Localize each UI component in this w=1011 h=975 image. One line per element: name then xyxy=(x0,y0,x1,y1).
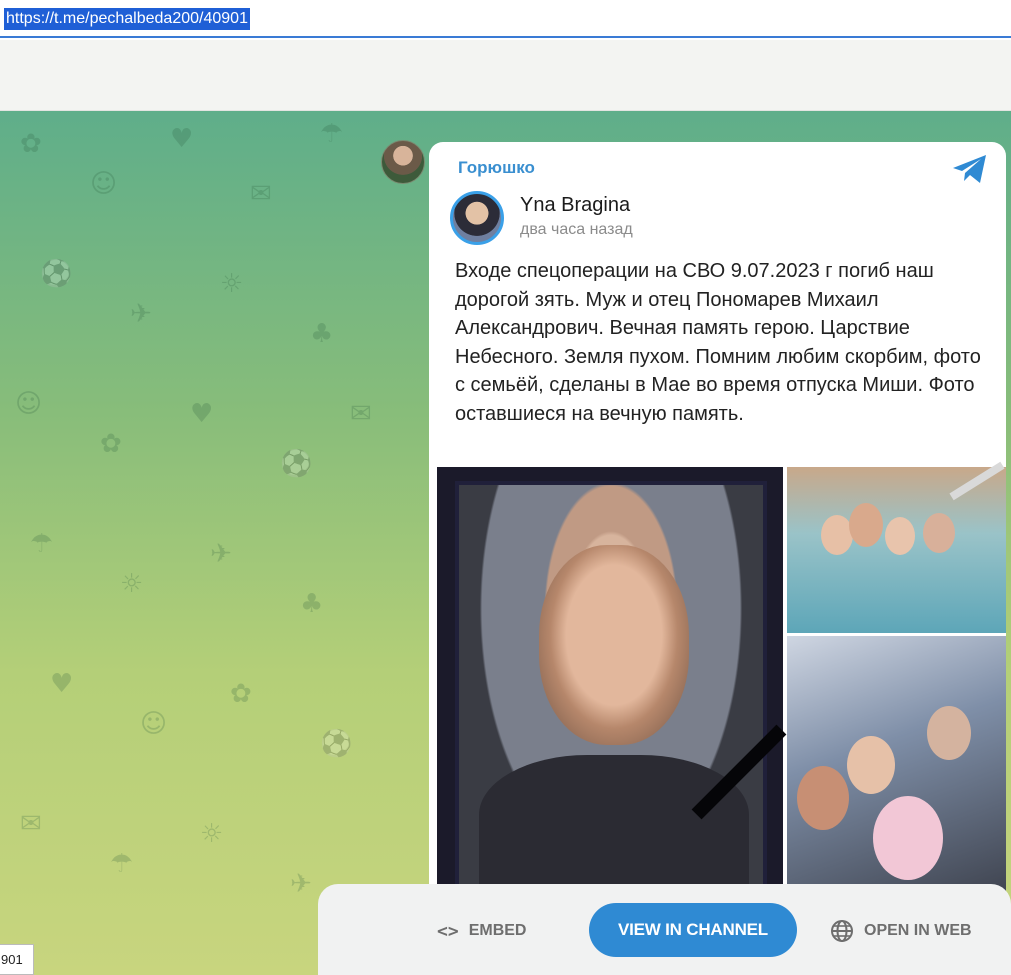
view-in-channel-button[interactable]: VIEW IN CHANNEL xyxy=(589,903,797,957)
doodle-icon: ☂ xyxy=(30,529,54,559)
embed-button[interactable]: <> EMBED xyxy=(437,920,526,942)
doodle-icon: ✈ xyxy=(210,539,232,569)
doodle-icon: ♥ xyxy=(190,399,214,429)
action-bar: <> EMBED VIEW IN CHANNEL OPEN IN WEB xyxy=(318,884,1011,975)
pool-rail xyxy=(949,461,1005,501)
photo-pool[interactable] xyxy=(787,461,1006,633)
channel-name[interactable]: Горюшко xyxy=(458,158,535,178)
doodle-icon: ♣ xyxy=(300,589,324,619)
doodle-icon: ♥ xyxy=(50,669,74,699)
top-toolbar xyxy=(0,40,1011,111)
doodle-icon: ♥ xyxy=(170,124,194,154)
photo-person xyxy=(847,736,895,794)
doodle-icon: ☂ xyxy=(110,849,134,879)
photo-person xyxy=(849,503,883,547)
view-label: VIEW IN CHANNEL xyxy=(617,920,768,939)
address-bar[interactable]: https://t.me/pechalbeda200/40901 xyxy=(0,0,1011,38)
doodle-icon: ✈ xyxy=(130,299,152,329)
photo-family[interactable] xyxy=(787,636,1006,902)
photo-person xyxy=(885,517,915,555)
photo-person xyxy=(797,766,849,830)
open-in-web-label: OPEN IN WEB xyxy=(864,922,972,939)
open-in-web-button[interactable]: OPEN IN WEB xyxy=(830,918,972,944)
globe-icon xyxy=(831,920,853,942)
url-text[interactable]: https://t.me/pechalbeda200/40901 xyxy=(4,8,250,30)
photo-person xyxy=(923,513,955,553)
code-icon: <> xyxy=(437,920,459,942)
doodle-icon: ⚽ xyxy=(320,729,353,759)
status-tooltip: 901 xyxy=(0,944,34,975)
doodle-icon: ✉ xyxy=(350,399,372,429)
doodle-icon: ☺ xyxy=(15,389,43,419)
doodle-icon: ✈ xyxy=(290,869,312,899)
photo-person xyxy=(927,706,971,760)
doodle-icon: ☂ xyxy=(320,119,344,149)
message-bubble: Горюшко Yna Bragina два часа назад Входе… xyxy=(429,142,1006,902)
doodle-icon: ☺ xyxy=(90,169,118,199)
doodle-icon: ✿ xyxy=(100,429,122,459)
photo-frame xyxy=(455,481,787,902)
doodle-icon: ☼ xyxy=(200,819,224,849)
photo-face xyxy=(539,545,689,745)
doodle-icon: ✿ xyxy=(230,679,252,709)
channel-avatar[interactable] xyxy=(381,140,425,184)
photo-shirt xyxy=(479,755,749,902)
doodle-icon: ☺ xyxy=(140,709,168,739)
photo-portrait[interactable] xyxy=(437,467,787,902)
doodle-icon: ☼ xyxy=(220,269,244,299)
photo-person xyxy=(873,796,943,880)
embed-label: EMBED xyxy=(468,922,527,939)
doodle-icon: ✿ xyxy=(20,129,42,159)
doodle-icon: ✉ xyxy=(250,179,272,209)
doodle-icon: ⚽ xyxy=(280,449,313,479)
doodle-icon: ♣ xyxy=(310,319,334,349)
telegram-logo-icon xyxy=(953,155,986,183)
author-avatar xyxy=(450,191,504,245)
post-author: Yna Bragina xyxy=(520,194,631,216)
post-text: Входе спецоперации на СВО 9.07.2023 г по… xyxy=(455,260,981,425)
doodle-icon: ⚽ xyxy=(40,259,73,289)
post-time: два часа назад xyxy=(520,221,633,238)
doodle-icon: ✉ xyxy=(20,809,42,839)
doodle-icon: ☼ xyxy=(120,569,144,599)
